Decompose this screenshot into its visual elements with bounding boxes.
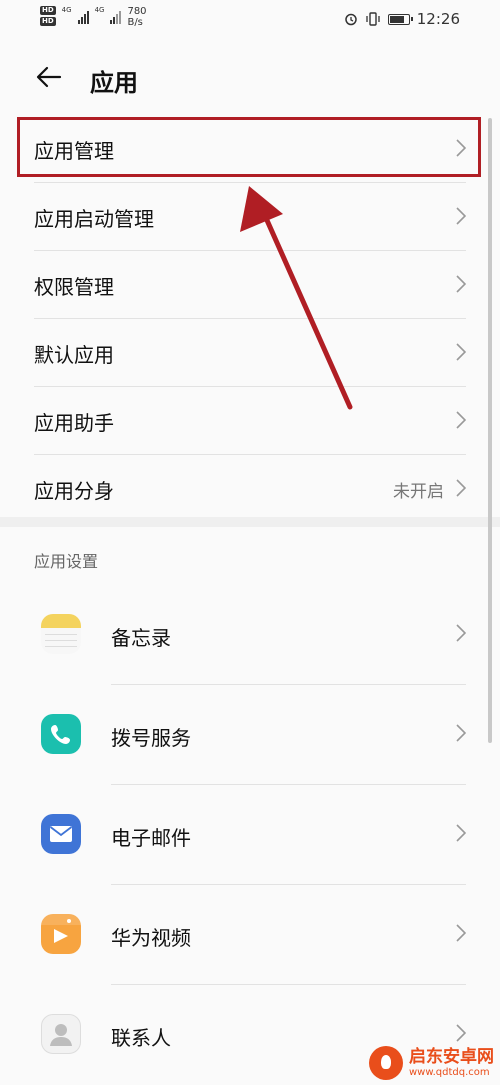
hd-indicators: HD HD: [40, 6, 56, 26]
chevron-right-icon: [456, 275, 466, 293]
chevron-right-icon: [456, 207, 466, 225]
list-item-permissions[interactable]: 权限管理: [34, 251, 466, 319]
section-title: 应用设置: [34, 552, 99, 571]
chevron-right-icon: [456, 724, 466, 742]
hd-badge-1: HD: [40, 6, 56, 15]
scrollbar[interactable]: [488, 118, 492, 743]
list-item-label: 应用启动管理: [34, 207, 154, 231]
battery-icon: [387, 13, 413, 25]
vibrate-icon: [366, 12, 380, 26]
app-header: 应用: [0, 50, 500, 110]
list-item-app-launch[interactable]: 应用启动管理: [34, 183, 466, 251]
chevron-right-icon: [456, 343, 466, 361]
watermark-text: 启东安卓网 www.qdtdq.com: [409, 1046, 494, 1079]
chevron-right-icon: [456, 479, 466, 497]
app-item-video[interactable]: 华为视频: [0, 885, 500, 985]
list-item-value: 未开启: [393, 482, 444, 502]
app-item-email[interactable]: 电子邮件: [0, 785, 500, 885]
section-divider: [0, 517, 500, 527]
chevron-right-icon: [456, 411, 466, 429]
back-arrow-icon[interactable]: [34, 62, 64, 92]
alarm-icon: [345, 13, 357, 26]
app-name: 华为视频: [111, 926, 191, 950]
network-type-1: 4G: [61, 6, 72, 14]
list-item-label: 应用分身: [34, 479, 114, 503]
list-item-label: 权限管理: [34, 275, 114, 299]
signal-icon-2: [110, 10, 122, 24]
mail-icon: [41, 814, 81, 854]
app-name: 备忘录: [111, 626, 171, 650]
clock: 12:26: [416, 10, 460, 28]
contacts-icon: [41, 1014, 81, 1054]
app-list: 备忘录 拨号服务 电子邮件 华为视频 联系人: [0, 585, 500, 1085]
watermark-logo-icon: [369, 1046, 403, 1080]
app-name: 拨号服务: [111, 726, 191, 750]
list-item-default-apps[interactable]: 默认应用: [34, 319, 466, 387]
chevron-right-icon: [456, 824, 466, 842]
list-item-label: 应用助手: [34, 411, 114, 435]
chevron-right-icon: [456, 1024, 466, 1042]
page-title: 应用: [90, 69, 138, 97]
phone-icon: [41, 714, 81, 754]
speed-value: 780: [127, 6, 147, 17]
watermark-url: www.qdtdq.com: [409, 1066, 490, 1078]
app-name: 电子邮件: [111, 826, 191, 850]
network-type-2: 4G: [94, 6, 105, 14]
network-speed: 780 B/s: [127, 6, 146, 28]
watermark: 启东安卓网 www.qdtdq.com: [369, 1046, 494, 1080]
app-item-dialer[interactable]: 拨号服务: [0, 685, 500, 785]
status-left: HD HD 4G 4G 780 B/s: [40, 6, 147, 28]
app-item-notes[interactable]: 备忘录: [0, 585, 500, 685]
speed-unit: B/s: [127, 17, 143, 28]
signal-icon: [77, 10, 89, 24]
chevron-right-icon: [456, 624, 466, 642]
video-play-icon: [41, 914, 81, 954]
status-bar: HD HD 4G 4G 780 B/s 12:26: [0, 0, 500, 40]
status-right: 12:26: [344, 10, 460, 28]
chevron-right-icon: [456, 924, 466, 942]
list-item-app-assistant[interactable]: 应用助手: [34, 387, 466, 455]
list-item-app-twin[interactable]: 应用分身 未开启: [34, 455, 466, 522]
watermark-name: 启东安卓网: [409, 1046, 494, 1067]
hd-badge-2: HD: [40, 17, 56, 26]
list-item-label: 默认应用: [34, 343, 114, 367]
highlight-box: [17, 117, 481, 177]
notes-icon: [41, 614, 81, 654]
app-name: 联系人: [111, 1026, 171, 1050]
